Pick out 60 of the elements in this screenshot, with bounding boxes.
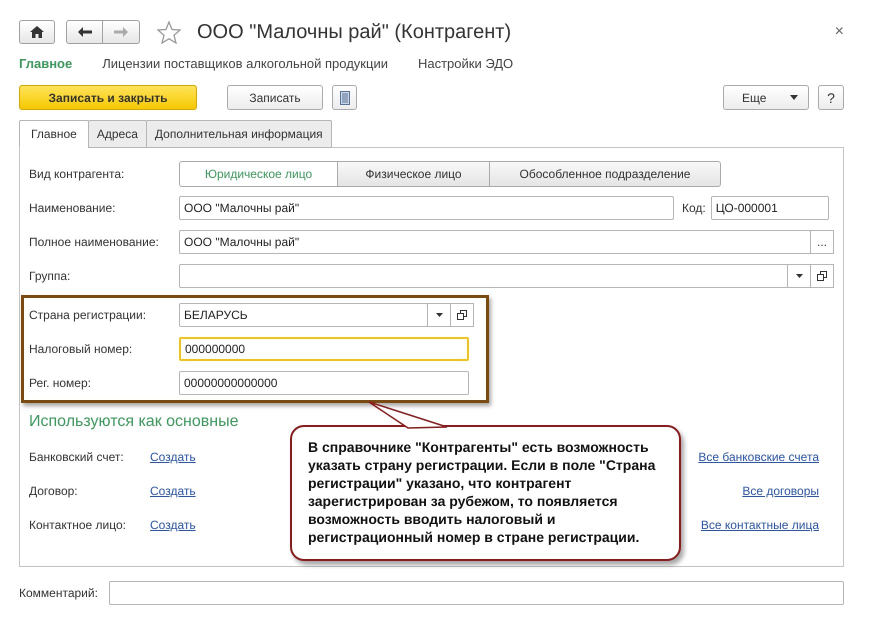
caret-icon	[436, 313, 442, 317]
create-link[interactable]: Создать	[150, 450, 196, 464]
section-heading: Используются как основные	[29, 413, 239, 431]
save-button[interactable]: Записать	[227, 85, 323, 110]
open-button[interactable]	[810, 264, 834, 288]
home-icon	[30, 26, 44, 38]
country-field[interactable]: БЕЛАРУСЬ	[179, 303, 428, 327]
document-list-icon	[340, 90, 350, 104]
tab[interactable]: Дополнительная информация	[146, 120, 332, 148]
field-label: Налоговый номер:	[29, 342, 134, 356]
forward-arrow-icon	[114, 27, 128, 37]
open-button[interactable]	[450, 303, 474, 327]
windows-icon	[457, 310, 467, 320]
field-label: Наименование:	[29, 201, 117, 215]
segment-button[interactable]: Обособленное подразделение	[489, 161, 721, 187]
list-link[interactable]: Все контактные лица	[700, 518, 819, 532]
tax-number-field[interactable]: 000000000	[179, 337, 469, 361]
save-and-close-button[interactable]: Записать и закрыть	[19, 85, 197, 110]
close-button[interactable]: ×	[834, 23, 844, 41]
name-field[interactable]: ООО "Малочны рай"	[179, 196, 674, 220]
field-label: Вид контрагента:	[29, 167, 126, 181]
field-label: Полное наименование:	[29, 235, 160, 249]
segment-button[interactable]: Физическое лицо	[337, 161, 490, 187]
field-label: Комментарий:	[19, 586, 99, 600]
windows-icon	[817, 271, 827, 281]
more-button[interactable]: Еще	[723, 85, 809, 110]
caret-icon	[796, 274, 802, 278]
star-icon[interactable]	[157, 20, 181, 44]
dropdown-button[interactable]	[787, 264, 811, 288]
field-label: Банковский счет:	[29, 450, 125, 464]
field-label: Договор:	[29, 484, 79, 498]
field-label: Контактное лицо:	[29, 518, 127, 532]
list-link[interactable]: Все договоры	[742, 484, 819, 498]
segment-button[interactable]: Юридическое лицо	[179, 161, 338, 187]
help-button[interactable]: ?	[818, 85, 844, 110]
full-name-field[interactable]: ООО "Малочны рай"	[179, 230, 811, 254]
code-field[interactable]: ЦО-000001	[710, 196, 829, 220]
field-label: Группа:	[29, 269, 72, 283]
back-arrow-icon	[78, 27, 92, 37]
field-label: Страна регистрации:	[29, 308, 148, 322]
caret-icon	[790, 95, 798, 100]
back-button[interactable]	[66, 20, 103, 44]
tab[interactable]: Главное	[19, 120, 89, 148]
section-link[interactable]: Главное	[19, 56, 72, 71]
field-label: Код:	[682, 201, 706, 215]
section-link[interactable]: Лицензии поставщиков алкогольной продукции	[102, 56, 388, 71]
window-title: ООО "Малочны рай" (Контрагент)	[197, 20, 512, 44]
select-button[interactable]: ...	[810, 230, 834, 254]
registration-number-field[interactable]: 00000000000000	[179, 371, 469, 395]
section-link[interactable]: Настройки ЭДО	[418, 56, 514, 71]
group-field[interactable]	[179, 264, 788, 288]
home-button[interactable]	[19, 20, 55, 44]
comment-field[interactable]	[109, 581, 844, 605]
list-link[interactable]: Все банковские счета	[698, 450, 819, 464]
report-button[interactable]	[332, 85, 357, 110]
dropdown-button[interactable]	[427, 303, 451, 327]
create-link[interactable]: Создать	[150, 518, 196, 532]
field-label: Рег. номер:	[29, 376, 92, 390]
tab[interactable]: Адреса	[88, 120, 147, 148]
create-link[interactable]: Создать	[150, 484, 196, 498]
